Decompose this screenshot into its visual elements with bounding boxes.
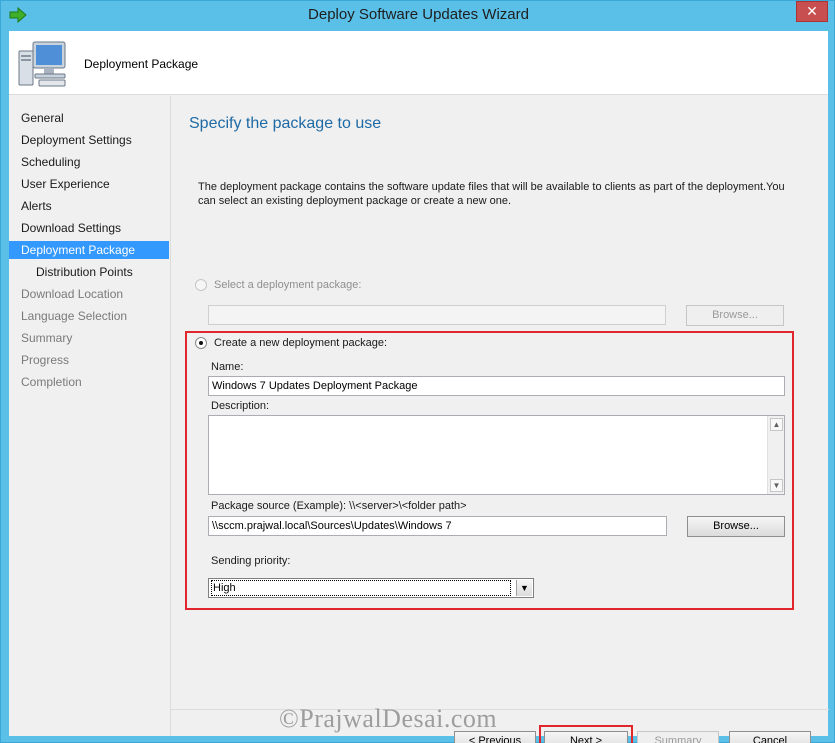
source-browse-button[interactable]: Browse... (687, 516, 785, 537)
nav-item-deployment-package[interactable]: Deployment Package (9, 241, 169, 259)
close-button[interactable]: ✕ (796, 1, 828, 22)
create-new-label: Create a new deployment package: (214, 337, 388, 349)
create-new-radio[interactable] (195, 337, 207, 349)
nav-item-language-selection: Language Selection (21, 309, 128, 323)
page-title: Specify the package to use (189, 115, 382, 132)
sending-priority-value: High (211, 580, 511, 596)
nav-item-completion: Completion (21, 375, 82, 389)
sending-priority-select[interactable]: High ▼ (208, 578, 534, 598)
nav-item-general[interactable]: General (9, 109, 169, 127)
description-scrollbar[interactable]: ▲ ▼ (767, 416, 784, 494)
nav-item-alerts[interactable]: Alerts (9, 197, 169, 215)
scroll-down-icon[interactable]: ▼ (770, 479, 783, 492)
package-source-field[interactable]: \\sccm.prajwal.local\Sources\Updates\Win… (208, 516, 667, 536)
nav-item-scheduling[interactable]: Scheduling (9, 153, 169, 171)
nav-item-distribution-points[interactable]: Distribution Points (9, 263, 169, 281)
nav-item-progress: Progress (21, 353, 70, 367)
name-label: Name: (211, 361, 244, 373)
wizard-page: Specify the package to use The deploymen… (170, 96, 829, 743)
description-label: Description: (211, 400, 270, 412)
cancel-button[interactable]: Cancel (729, 731, 811, 743)
nav-item-summary: Summary (21, 331, 73, 345)
scroll-up-icon[interactable]: ▲ (770, 418, 783, 431)
window-title: Deploy Software Updates Wizard (308, 6, 529, 23)
description-field[interactable]: ▲ ▼ (208, 415, 785, 495)
computer-icon (18, 41, 66, 87)
wizard-window: Deploy Software Updates Wizard ✕ Deploym… (0, 0, 835, 743)
nav-item-download-location: Download Location (21, 287, 124, 301)
close-icon: ✕ (806, 3, 818, 19)
footer-separator (171, 709, 829, 710)
title-bar[interactable]: Deploy Software Updates Wizard ✕ (1, 1, 835, 31)
wizard-client-area: Deployment Package General Deployment Se… (9, 31, 829, 743)
nav-item-user-experience[interactable]: User Experience (9, 175, 169, 193)
nav-item-deployment-settings[interactable]: Deployment Settings (9, 131, 169, 149)
page-description: The deployment package contains the soft… (198, 181, 785, 207)
wizard-header: Deployment Package (9, 31, 828, 95)
select-existing-radio[interactable] (195, 279, 207, 291)
watermark: ©PrajwalDesai.com (279, 704, 498, 733)
existing-package-field (208, 305, 666, 325)
wizard-nav: General Deployment Settings Scheduling U… (9, 96, 169, 736)
package-source-label: Package source (Example): \\<server>\<fo… (211, 500, 467, 512)
next-button[interactable]: Next > (544, 731, 628, 743)
summary-button: Summary (637, 731, 719, 743)
nav-item-download-settings[interactable]: Download Settings (9, 219, 169, 237)
sending-priority-label: Sending priority: (211, 555, 291, 567)
select-existing-label: Select a deployment package: (214, 279, 362, 291)
existing-browse-button: Browse... (686, 305, 784, 326)
header-title: Deployment Package (84, 57, 199, 71)
chevron-down-icon[interactable]: ▼ (516, 580, 532, 596)
package-name-field[interactable]: Windows 7 Updates Deployment Package (208, 376, 785, 396)
